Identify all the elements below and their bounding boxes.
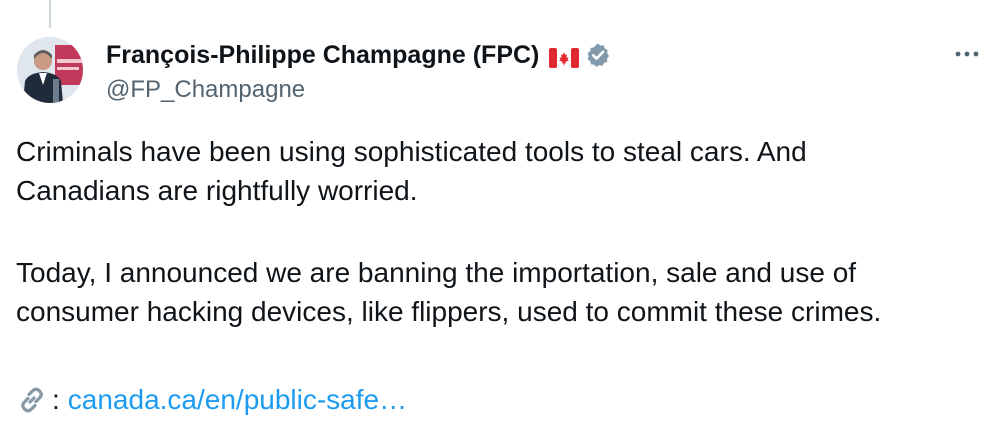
tweet-text-line: consumer hacking devices, like flippers,… [16,296,882,327]
avatar-photo [17,37,83,103]
author-handle[interactable]: @FP_Champagne [106,76,305,104]
author-name[interactable]: François-Philippe Champagne (FPC) [106,40,611,70]
avatar[interactable] [17,37,83,103]
link-icon [16,384,48,416]
link-line: : canada.ca/en/public-safe… [16,380,407,419]
more-horizontal-icon [955,51,979,57]
thread-connector-line [49,0,51,28]
link-colon: : [52,384,60,415]
tweet-text-line: Canadians are rightfully worried. [16,175,418,206]
verified-badge-icon [585,42,611,68]
more-options-button[interactable] [952,44,982,64]
author-name-text[interactable]: François-Philippe Champagne (FPC) [106,40,539,70]
tweet-text-line: Today, I announced we are banning the im… [16,257,857,288]
tweet-text: Criminals have been using sophisticated … [16,132,976,331]
article-link[interactable]: canada.ca/en/public-safe… [68,380,407,419]
tweet-text-line: Criminals have been using sophisticated … [16,136,807,167]
canada-flag-icon [549,45,580,68]
